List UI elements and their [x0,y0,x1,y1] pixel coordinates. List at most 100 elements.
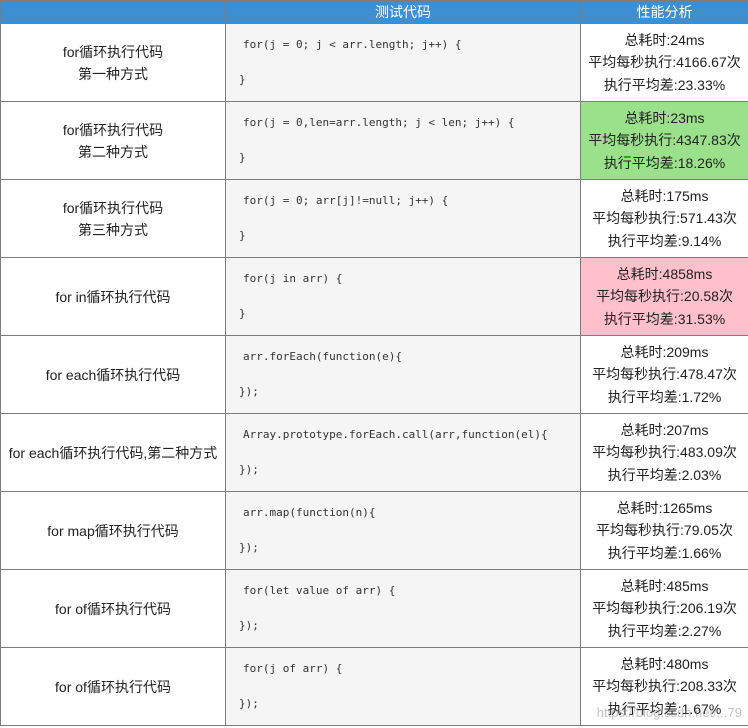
performance-cell: 总耗时:209ms 平均每秒执行:478.47次 执行平均差:1.72% [580,335,748,414]
code-block: Array.prototype.forEach.call(arr,functio… [226,414,580,477]
ops-per-second: 平均每秒执行:478.47次 [592,366,737,383]
code-cell: for(j in arr) {} [225,257,581,336]
code-line-open: for(let value of arr) { [243,584,396,597]
average-deviation: 执行平均差:1.66% [607,544,722,561]
performance-cell: 总耗时:1265ms 平均每秒执行:79.05次 执行平均差:1.66% [580,491,748,570]
code-block: arr.forEach(function(e){}); [226,336,580,399]
code-line-close: }); [239,619,259,632]
total-time: 总耗时:23ms [624,109,705,126]
total-time: 总耗时:175ms [620,187,709,204]
code-line-close: }); [239,463,259,476]
code-line-close: } [239,73,246,86]
table-body: for循环执行代码 第一种方式 for(j = 0; j < arr.length;… [0,23,748,726]
description-line: for each循环执行代码 [45,366,181,383]
total-time: 总耗时:24ms [624,31,705,48]
header-performance: 性能分析 [580,0,748,24]
total-time: 总耗时:1265ms [616,499,713,516]
description-line: for of循环执行代码 [55,678,171,695]
code-cell: for(let value of arr) {}); [225,569,581,648]
description-line: for in循环执行代码 [55,288,171,305]
ops-per-second: 平均每秒执行:4347.83次 [588,132,741,149]
performance-cell: 总耗时:207ms 平均每秒执行:483.09次 执行平均差:2.03% [580,413,748,492]
average-deviation: 执行平均差:1.72% [607,388,722,405]
table-row: for循环执行代码 第三种方式 for(j = 0; arr[j]!=null; j… [0,179,748,258]
description-line: 第一种方式 [78,65,148,82]
code-cell: for(j = 0; j < arr.length; j++) {} [225,23,581,102]
performance-cell: 总耗时:485ms 平均每秒执行:206.19次 执行平均差:2.27% [580,569,748,648]
code-block: for(j in arr) {} [226,258,580,321]
ops-per-second: 平均每秒执行:4166.67次 [588,54,741,71]
description-line: for map循环执行代码 [47,522,179,539]
performance-cell: 总耗时:23ms 平均每秒执行:4347.83次 执行平均差:18.26% [580,101,748,180]
total-time: 总耗时:485ms [620,577,709,594]
description-cell: for in循环执行代码 [0,257,226,336]
performance-cell: 总耗时:24ms 平均每秒执行:4166.67次 执行平均差:23.33% [580,23,748,102]
total-time: 总耗时:4858ms [616,265,713,282]
description-line: 第二种方式 [78,143,148,160]
average-deviation: 执行平均差:31.53% [603,310,726,327]
table-row: for each循环执行代码,第二种方式 Array.prototype.forE… [0,413,748,492]
average-deviation: 执行平均差:2.27% [607,622,722,639]
ops-per-second: 平均每秒执行:571.43次 [592,210,737,227]
average-deviation: 执行平均差:18.26% [603,154,726,171]
table-row: for in循环执行代码 for(j in arr) {} 总耗时:4858ms 平均… [0,257,748,336]
description-cell: for map循环执行代码 [0,491,226,570]
description-line: for of循环执行代码 [55,600,171,617]
description-cell: for循环执行代码 第三种方式 [0,179,226,258]
code-block: for(let value of arr) {}); [226,570,580,633]
ops-per-second: 平均每秒执行:208.33次 [592,678,737,695]
ops-per-second: 平均每秒执行:79.05次 [596,522,733,539]
description-cell: for each循环执行代码 [0,335,226,414]
code-block: for(j = 0; j < arr.length; j++) {} [226,24,580,87]
ops-per-second: 平均每秒执行:20.58次 [596,288,733,305]
code-line-open: arr.forEach(function(e){ [243,350,402,363]
code-line-open: for(j = 0; j < arr.length; j++) { [243,38,462,51]
average-deviation: 执行平均差:1.67% [607,700,722,717]
code-line-close: }); [239,541,259,554]
description-line: for each循环执行代码,第二种方式 [8,444,218,461]
table-row: for map循环执行代码 arr.map(function(n){}); 总耗时:… [0,491,748,570]
description-cell: for of循环执行代码 [0,569,226,648]
table-row: for of循环执行代码 for(let value of arr) {}); 总耗… [0,569,748,648]
performance-cell: 总耗时:4858ms 平均每秒执行:20.58次 执行平均差:31.53% [580,257,748,336]
average-deviation: 执行平均差:2.03% [607,466,722,483]
table-row: for each循环执行代码 arr.forEach(function(e){})… [0,335,748,414]
code-cell: for(j = 0; arr[j]!=null; j++) {} [225,179,581,258]
code-cell: arr.map(function(n){}); [225,491,581,570]
total-time: 总耗时:480ms [620,655,709,672]
table-header-row: 测试代码 性能分析 [0,0,748,24]
description-line: for循环执行代码 [62,199,164,216]
code-block: for(j = 0; arr[j]!=null; j++) {} [226,180,580,243]
description-cell: for of循环执行代码 [0,647,226,726]
header-test-code: 测试代码 [225,0,581,24]
description-cell: for each循环执行代码,第二种方式 [0,413,226,492]
code-line-close: }); [239,697,259,710]
table-row: for循环执行代码 第一种方式 for(j = 0; j < arr.length;… [0,23,748,102]
code-block: arr.map(function(n){}); [226,492,580,555]
description-line: for循环执行代码 [62,121,164,138]
ops-per-second: 平均每秒执行:483.09次 [592,444,737,461]
code-block: for(j of arr) {}); [226,648,580,711]
performance-cell: 总耗时:480ms 平均每秒执行:208.33次 执行平均差:1.67% [580,647,748,726]
code-cell: Array.prototype.forEach.call(arr,functio… [225,413,581,492]
code-line-close: } [239,229,246,242]
code-line-open: for(j = 0,len=arr.length; j < len; j++) … [243,116,515,129]
code-cell: arr.forEach(function(e){}); [225,335,581,414]
code-cell: for(j = 0,len=arr.length; j < len; j++) … [225,101,581,180]
code-line-open: for(j in arr) { [243,272,343,285]
code-line-close: }); [239,385,259,398]
code-line-close: } [239,307,246,320]
code-line-open: Array.prototype.forEach.call(arr,functio… [243,428,548,441]
total-time: 总耗时:207ms [620,421,709,438]
code-line-open: arr.map(function(n){ [243,506,376,519]
header-description [0,0,226,24]
table-row: for循环执行代码 第二种方式 for(j = 0,len=arr.length; … [0,101,748,180]
average-deviation: 执行平均差:9.14% [607,232,722,249]
description-cell: for循环执行代码 第一种方式 [0,23,226,102]
benchmark-table: 测试代码 性能分析 for循环执行代码 第一种方式 for(j = 0; j < a… [0,0,748,726]
code-line-open: for(j = 0; arr[j]!=null; j++) { [243,194,449,207]
code-cell: for(j of arr) {}); [225,647,581,726]
total-time: 总耗时:209ms [620,343,709,360]
description-line: for循环执行代码 [62,43,164,60]
ops-per-second: 平均每秒执行:206.19次 [592,600,737,617]
